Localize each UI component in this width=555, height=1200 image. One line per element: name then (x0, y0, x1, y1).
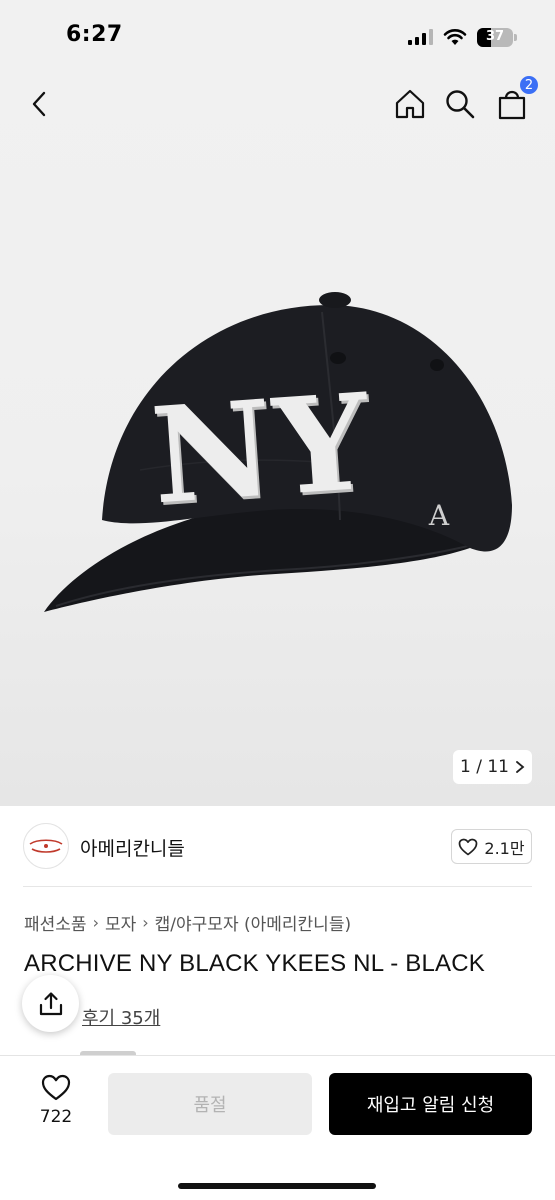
cart-button[interactable]: 2 (492, 74, 540, 124)
search-icon (446, 90, 475, 119)
brand-logo[interactable] (23, 823, 69, 869)
chevron-right-icon (516, 761, 525, 773)
bottom-action-bar: 722 품절 재입고 알림 신청 (0, 1055, 555, 1200)
product-title: ARCHIVE NY BLACK YKEES NL - BLACK (24, 950, 485, 977)
search-button[interactable] (440, 84, 480, 124)
wishlist-count: 722 (39, 1107, 73, 1127)
brand-like-button[interactable]: 2.1만 (451, 829, 532, 864)
breadcrumb-item[interactable]: 패션소품 (24, 910, 87, 935)
cellular-signal-icon (408, 29, 433, 45)
brand-row[interactable]: 아메리칸니들 2.1만 (23, 823, 532, 869)
heart-icon (41, 1074, 71, 1101)
status-bar: 6:27 37 (0, 0, 555, 72)
breadcrumb: 패션소품 › 모자 › 캡/야구모자 (아메리칸니들) (24, 910, 351, 935)
cap-ny-logo: NY (146, 364, 377, 535)
sold-out-button[interactable]: 품절 (108, 1073, 312, 1135)
chevron-right-icon: › (142, 913, 149, 932)
heart-icon (459, 838, 478, 855)
home-indicator (178, 1183, 376, 1189)
home-icon (395, 89, 425, 119)
image-counter[interactable]: 1 / 11 (453, 750, 532, 784)
wifi-icon (443, 29, 467, 45)
svg-text:A: A (428, 499, 450, 532)
breadcrumb-item[interactable]: 캡/야구모자 (아메리칸니들) (155, 910, 351, 935)
american-needle-logo-icon (29, 839, 63, 853)
wishlist-button[interactable]: 722 (24, 1074, 88, 1138)
status-time: 6:27 (66, 22, 123, 47)
review-link[interactable]: 후기 35개 (82, 1004, 160, 1030)
restock-alert-button[interactable]: 재입고 알림 신청 (329, 1073, 532, 1135)
product-image-gallery[interactable]: A NY 2 (0, 72, 555, 806)
breadcrumb-item[interactable]: 모자 (105, 910, 136, 935)
chevron-right-icon: › (92, 913, 99, 932)
image-counter-text: 1 / 11 (460, 757, 509, 777)
share-icon (39, 991, 62, 1015)
battery-icon: 37 (477, 27, 513, 47)
brand-like-count: 2.1만 (484, 838, 525, 858)
brand-name[interactable]: 아메리칸니들 (80, 834, 185, 861)
cart-count-badge: 2 (518, 74, 540, 96)
share-button[interactable] (22, 975, 79, 1032)
divider (23, 886, 532, 887)
home-button[interactable] (390, 84, 430, 124)
status-icons: 37 (408, 24, 517, 50)
battery-level: 37 (485, 28, 505, 44)
back-button[interactable] (20, 84, 60, 124)
chevron-left-icon (32, 91, 46, 117)
